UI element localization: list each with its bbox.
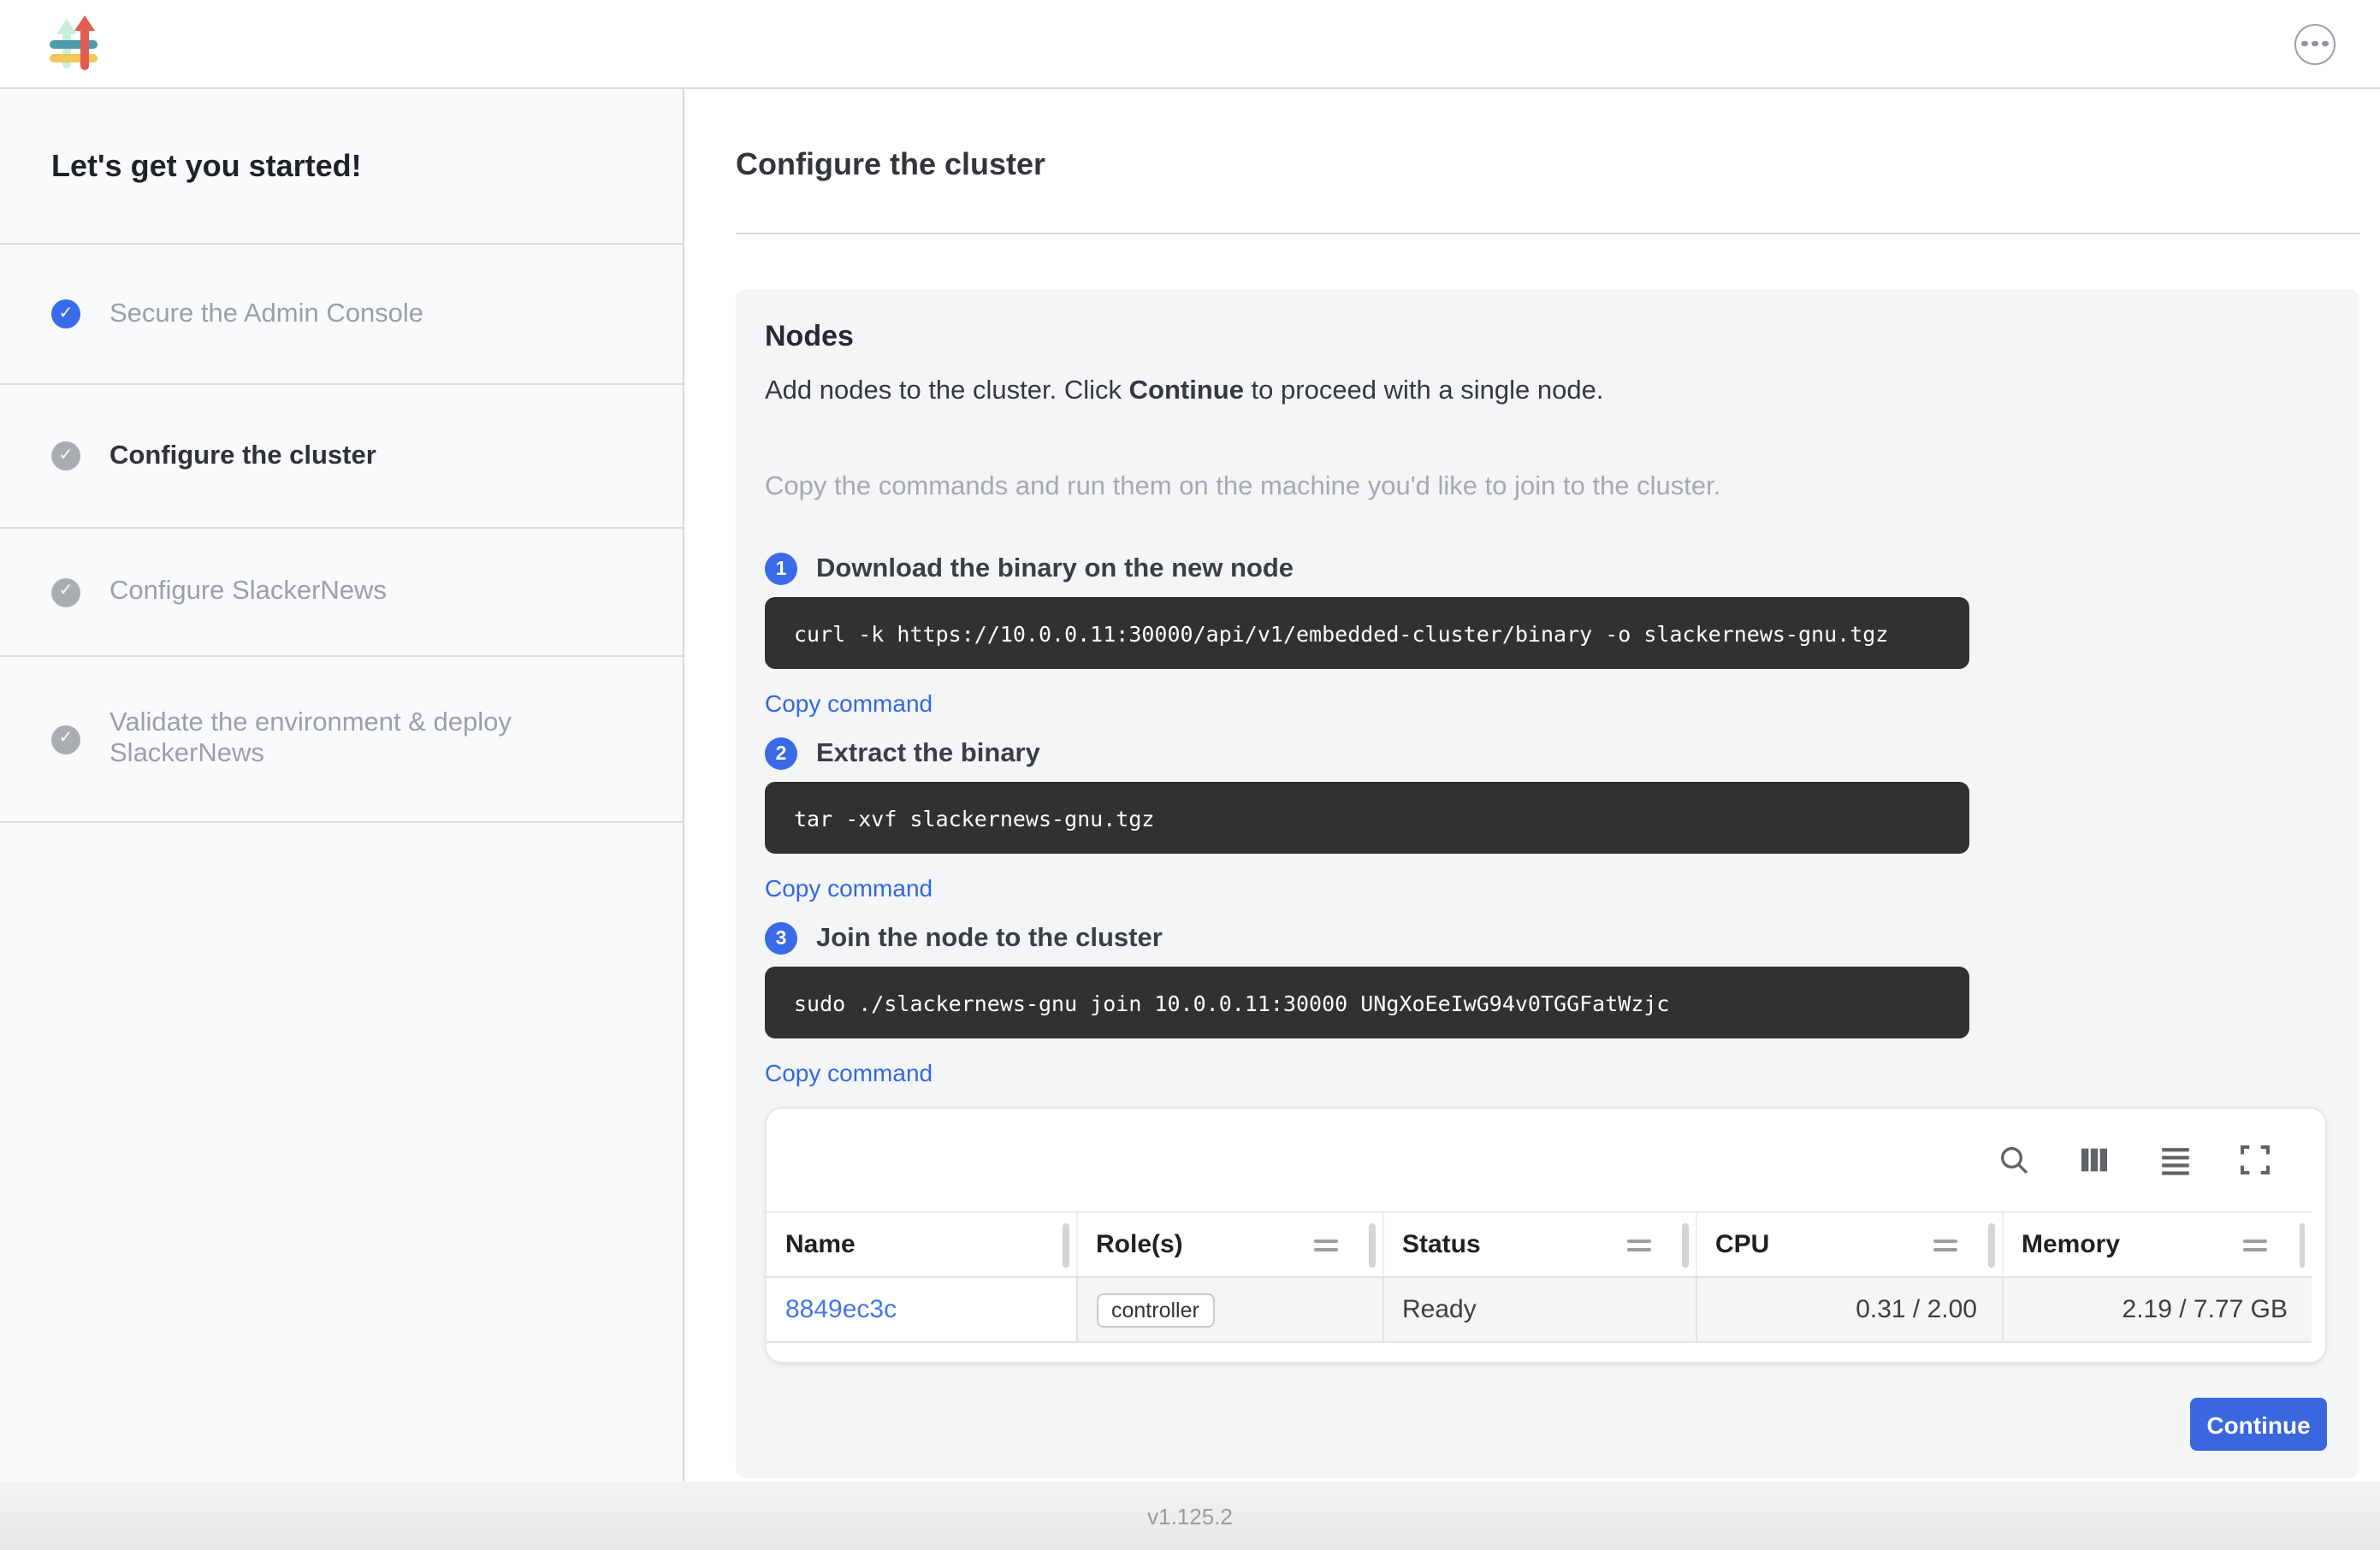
check-circle-icon: ✓ [51,577,80,606]
step-2-command: tar -xvf slackernews-gnu.tgz [765,782,1969,854]
step-3-header: 3 Join the node to the cluster [765,922,2327,955]
app-window: Let's get you started! ✓ Secure the Admi… [0,0,2380,1550]
sidebar-step-label: Configure SlackerNews [110,577,387,607]
node-memory-cell: 2.19 / 7.77 GB [2002,1277,2312,1342]
node-roles-cell: controller [1076,1277,1382,1342]
nodes-table: Name Role(s) Status CPU [767,1211,2312,1343]
sidebar-title: Let's get you started! [0,89,683,245]
column-header-name: Name [767,1212,1076,1277]
step-3-title: Join the node to the cluster [816,923,1163,954]
column-resize-handle[interactable] [2299,1222,2305,1267]
drag-handle-icon[interactable] [1933,1233,1957,1256]
sidebar-step-configure-slackernews[interactable]: ✓ Configure SlackerNews [0,529,683,657]
column-header-memory: Memory [2002,1212,2312,1277]
setup-sidebar: Let's get you started! ✓ Secure the Admi… [0,89,684,1482]
sidebar-step-configure-cluster[interactable]: ✓ Configure the cluster [0,385,683,529]
check-circle-icon: ✓ [51,441,80,470]
main-content: Configure the cluster Nodes Add nodes to… [684,89,2380,1482]
search-icon[interactable] [1995,1141,2033,1179]
step-2-number-badge: 2 [765,737,797,770]
role-badge: controller [1096,1293,1215,1327]
column-header-cpu: CPU [1696,1212,2002,1277]
continue-button[interactable]: Continue [2190,1398,2327,1451]
step-1-command: curl -k https://10.0.0.11:30000/api/v1/e… [765,597,1969,669]
nodes-table-card: Name Role(s) Status CPU [765,1107,2327,1364]
version-label: v1.125.2 [1147,1503,1233,1529]
nodes-heading: Nodes [765,320,2327,354]
sidebar-step-label: Secure the Admin Console [110,299,423,329]
sidebar-step-validate-deploy[interactable]: ✓ Validate the environment & deploy Slac… [0,657,683,823]
drag-handle-icon[interactable] [1626,1233,1650,1256]
copy-command-link-1[interactable]: Copy command [765,689,932,719]
column-resize-handle[interactable] [1682,1222,1688,1267]
step-1-number-badge: 1 [765,553,797,585]
column-header-status: Status [1382,1212,1696,1277]
nodes-intro: Add nodes to the cluster. Click Continue… [765,375,2327,409]
sidebar-step-label: Configure the cluster [110,441,376,471]
column-resize-handle[interactable] [1369,1222,1375,1267]
table-row: 8849ec3c controller Ready 0.31 / 2.00 2.… [767,1277,2312,1342]
sidebar-step-secure-admin-console[interactable]: ✓ Secure the Admin Console [0,245,683,385]
copy-command-link-2[interactable]: Copy command [765,874,932,903]
copy-command-link-3[interactable]: Copy command [765,1059,932,1088]
ellipsis-menu-button[interactable] [2294,23,2336,64]
toggle-density-icon[interactable] [2156,1141,2194,1179]
slackernews-logo-icon [48,15,99,73]
sidebar-step-label: Validate the environment & deploy Slacke… [110,708,606,770]
step-2-title: Extract the binary [816,738,1040,769]
table-toolbar [767,1109,2325,1211]
step-3-command: sudo ./slackernews-gnu join 10.0.0.11:30… [765,967,1969,1038]
column-header-roles: Role(s) [1076,1212,1382,1277]
check-circle-icon: ✓ [51,725,80,754]
drag-handle-icon[interactable] [2243,1233,2267,1256]
nodes-card: Nodes Add nodes to the cluster. Click Co… [736,289,2359,1478]
table-header-row: Name Role(s) Status CPU [767,1212,2312,1277]
step-3-number-badge: 3 [765,922,797,955]
node-name-cell: 8849ec3c [767,1277,1076,1342]
step-1-header: 1 Download the binary on the new node [765,553,2327,585]
check-circle-icon: ✓ [51,299,80,328]
column-resize-handle[interactable] [1988,1222,1994,1267]
show-hide-columns-icon[interactable] [2075,1141,2113,1179]
node-name-link[interactable]: 8849ec3c [785,1295,897,1324]
app-footer: v1.125.2 [0,1482,2380,1550]
page-title: Configure the cluster [736,147,2359,181]
drag-handle-icon[interactable] [1313,1233,1337,1256]
toggle-fullscreen-icon[interactable] [2236,1141,2274,1179]
node-status-cell: Ready [1382,1277,1696,1342]
step-1-title: Download the binary on the new node [816,553,1294,584]
step-2-header: 2 Extract the binary [765,737,2327,770]
node-cpu-cell: 0.31 / 2.00 [1696,1277,2002,1342]
copy-commands-hint: Copy the commands and run them on the ma… [765,470,2327,505]
title-divider [736,233,2359,234]
top-nav [0,0,2380,89]
column-resize-handle[interactable] [1063,1222,1069,1267]
